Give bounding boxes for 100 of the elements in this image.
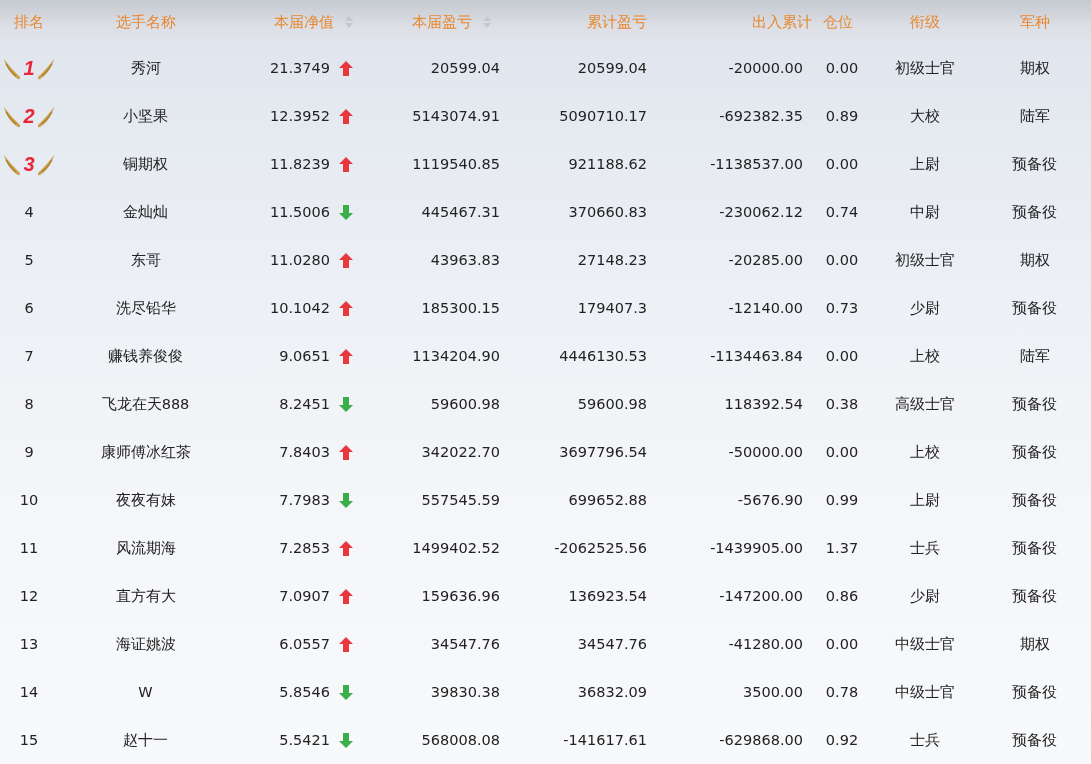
table-cell-text: 699652.88 <box>567 492 647 508</box>
table-cell-text: 0.86 <box>824 588 860 604</box>
column-header: 军种 <box>1019 12 1050 32</box>
table-cell-text: 士兵 <box>909 538 941 558</box>
table-cell-text: 1134204.90 <box>411 348 500 364</box>
rank-number: 3 <box>23 152 35 176</box>
table-cell-text: 预备役 <box>1011 394 1058 414</box>
table-cell-text: 预备役 <box>1011 490 1058 510</box>
rank-number: 1 <box>23 56 35 80</box>
table-cell-text: 0.00 <box>824 156 860 172</box>
column-header: 累计盈亏 <box>587 12 647 32</box>
table-cell-text: 445467.31 <box>420 204 500 220</box>
table-cell-text: 5.5421 <box>278 732 330 748</box>
table-cell-text: -141617.61 <box>562 732 647 748</box>
table-cell-text: 0.99 <box>824 492 860 508</box>
table-cell-text: -692382.35 <box>718 108 804 124</box>
rank-number: 7 <box>24 348 34 364</box>
player-name: 赵十一 <box>122 730 169 750</box>
player-name: 赚钱养俊俊 <box>107 346 184 366</box>
table-cell-text: 期权 <box>1018 250 1051 270</box>
player-name: 秀河 <box>129 58 162 78</box>
table-cell-text: 0.00 <box>824 636 860 652</box>
table-cell-text: 11.8239 <box>269 156 330 172</box>
table-cell-text: 8.2451 <box>278 396 330 412</box>
table-cell-text: 136923.54 <box>567 588 647 604</box>
table-cell-text: 342022.70 <box>420 444 500 460</box>
table-cell-text: 36832.09 <box>576 684 647 700</box>
rank-number: 10 <box>19 492 39 508</box>
table-cell-text: 0.00 <box>824 444 860 460</box>
table-cell-text: 0.73 <box>824 300 860 316</box>
table-cell-text: 921188.62 <box>567 156 647 172</box>
table-cell-text: 初级士官 <box>894 250 956 270</box>
table-cell-text: 34547.76 <box>429 636 500 652</box>
table-cell-text: -2062525.56 <box>553 540 647 556</box>
rank-number: 4 <box>24 204 34 220</box>
table-cell-text: 上校 <box>909 346 941 366</box>
table-cell-text: 34547.76 <box>576 636 647 652</box>
sort-icon[interactable] <box>344 15 354 29</box>
table-cell-text: -1134463.84 <box>709 348 804 364</box>
table-cell-text: 中级士官 <box>894 682 956 702</box>
table-cell-text: 预备役 <box>1011 682 1058 702</box>
table-cell-text: 预备役 <box>1011 202 1058 222</box>
table-cell-text: 预备役 <box>1011 730 1058 750</box>
player-name: 康师傅冰红茶 <box>99 442 192 462</box>
table-cell-text: 11.5006 <box>269 204 330 220</box>
rank-number: 9 <box>24 444 34 460</box>
table-cell-text: 预备役 <box>1011 154 1058 174</box>
table-cell-text: 118392.54 <box>723 396 804 412</box>
player-name: 小坚果 <box>122 106 169 126</box>
rank-number: 13 <box>19 636 39 652</box>
table-cell-text: 1.37 <box>824 540 860 556</box>
table-cell-text: 上尉 <box>909 154 941 174</box>
table-cell-text: 185300.15 <box>420 300 500 316</box>
table-cell-text: 20599.04 <box>576 60 647 76</box>
table-cell-text: 39830.38 <box>429 684 500 700</box>
table-cell-text: 上尉 <box>909 490 941 510</box>
column-header[interactable]: 本届净值 <box>274 12 334 32</box>
table-cell-text: 1119540.85 <box>411 156 500 172</box>
table-cell-text: 0.00 <box>824 252 860 268</box>
column-header: 选手名称 <box>115 12 176 32</box>
rank-number: 15 <box>19 732 39 748</box>
column-header[interactable]: 本届盈亏 <box>412 12 472 32</box>
table-cell-text: 59600.98 <box>429 396 500 412</box>
table-cell-text: -20000.00 <box>727 60 804 76</box>
table-cell-text: -1439905.00 <box>709 540 804 556</box>
table-cell-text: 7.8403 <box>278 444 330 460</box>
rank-number: 12 <box>19 588 39 604</box>
player-name: 洗尽铅华 <box>114 298 177 318</box>
table-cell-text: 3697796.54 <box>558 444 647 460</box>
table-cell-text: 4446130.53 <box>558 348 647 364</box>
table-cell-text: 期权 <box>1018 58 1051 78</box>
table-cell-text: 1499402.52 <box>411 540 500 556</box>
table-cell-text: 11.0280 <box>269 252 330 268</box>
rank-number: 6 <box>24 300 34 316</box>
table-cell-text: 0.74 <box>824 204 860 220</box>
table-cell-text: 中级士官 <box>894 634 956 654</box>
sort-icon[interactable] <box>482 15 492 29</box>
table-cell-text: 期权 <box>1018 634 1051 654</box>
player-name: 风流期海 <box>114 538 177 558</box>
table-cell-text: 0.92 <box>824 732 860 748</box>
table-cell-text: 20599.04 <box>429 60 500 76</box>
rank-number: 2 <box>23 104 35 128</box>
table-cell-text: -12140.00 <box>727 300 804 316</box>
table-cell-text: 12.3952 <box>269 108 330 124</box>
table-cell-text: -147200.00 <box>718 588 804 604</box>
player-name: 飞龙在天888 <box>100 394 191 414</box>
column-header: 排名 <box>14 12 44 32</box>
table-cell-text: 0.78 <box>824 684 860 700</box>
table-cell-text: 5.8546 <box>278 684 330 700</box>
table-cell-text: 6.0557 <box>278 636 330 652</box>
table-cell-text: 557545.59 <box>420 492 500 508</box>
table-cell-text: 159636.96 <box>420 588 500 604</box>
player-name: W <box>137 684 154 700</box>
table-cell-text: 43963.83 <box>429 252 500 268</box>
table-cell-text: 上校 <box>909 442 941 462</box>
table-cell-text: 预备役 <box>1011 442 1058 462</box>
table-cell-text: 少尉 <box>909 586 941 606</box>
table-cell-text: 27148.23 <box>576 252 647 268</box>
table-cell-text: 0.38 <box>824 396 860 412</box>
table-cell-text: -41280.00 <box>727 636 804 652</box>
